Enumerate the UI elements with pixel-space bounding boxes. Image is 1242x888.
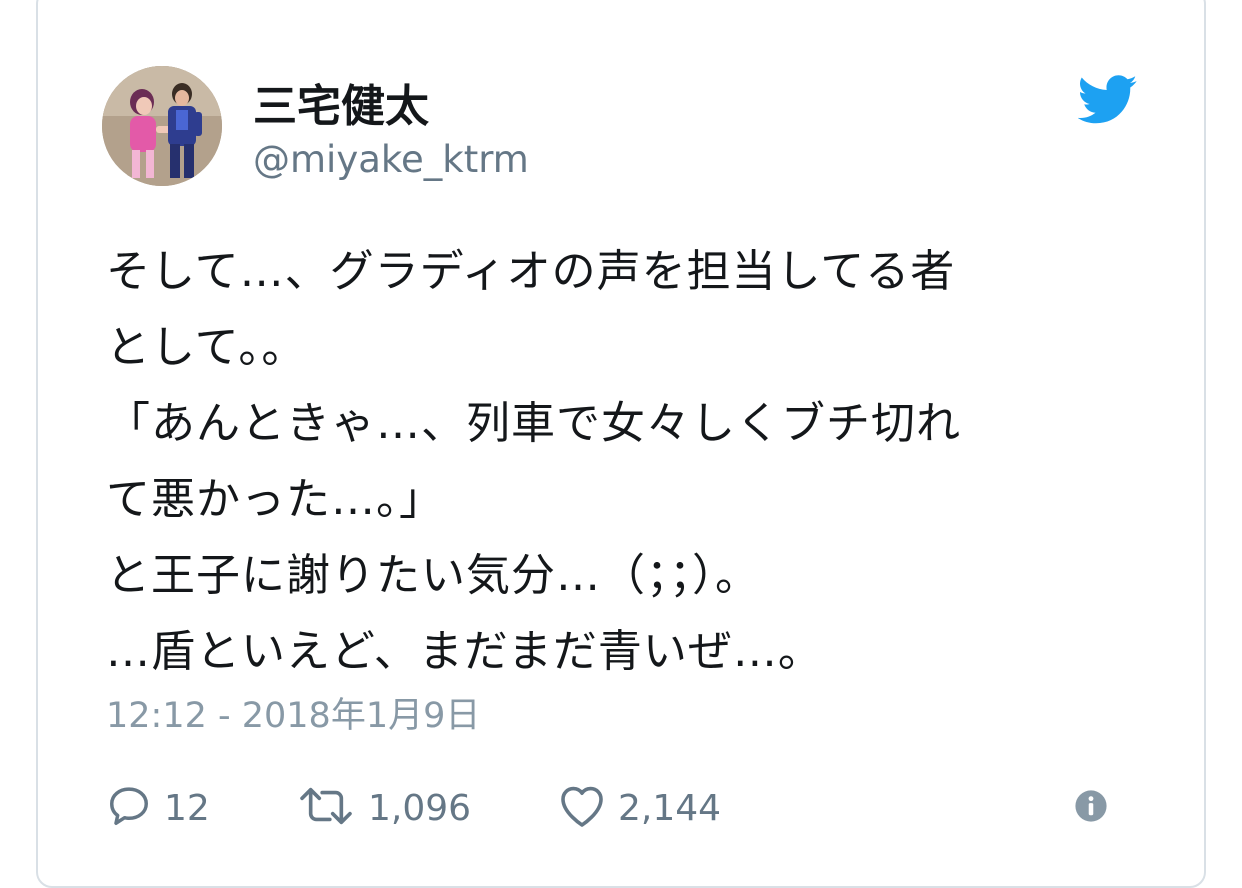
retweet-button[interactable]: 1,096 [296,780,471,836]
like-button[interactable]: 2,144 [558,780,721,836]
tweet-timestamp[interactable]: 12:12 - 2018年1月9日 [106,687,480,738]
heart-icon [558,783,606,833]
info-button[interactable] [1074,780,1108,836]
retweet-icon [296,783,356,833]
user-handle[interactable]: @miyake_ktrm [253,138,529,181]
retweet-count: 1,096 [368,787,472,829]
reply-count: 12 [164,787,210,829]
twitter-bird-icon[interactable] [1077,74,1138,126]
like-count: 2,144 [618,787,722,829]
tweet-text: そして…、グラディオの声を担当してる者 として。。 「あんときゃ…、列車で女々し… [106,246,961,677]
display-name[interactable]: 三宅健太 [253,70,429,134]
avatar-image [102,66,222,186]
info-icon [1074,789,1108,827]
reply-icon [106,783,152,833]
tweet-actions: 12 1,096 2,144 [106,780,1146,836]
reply-button[interactable]: 12 [106,780,210,836]
avatar[interactable] [102,66,222,186]
